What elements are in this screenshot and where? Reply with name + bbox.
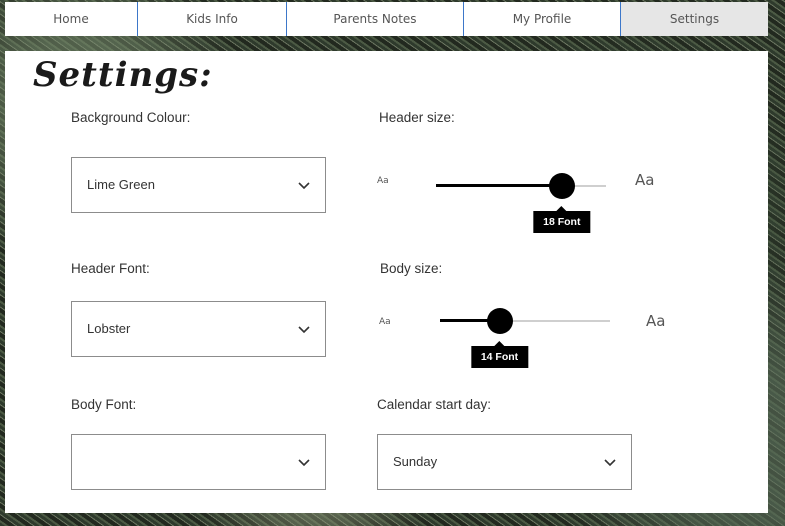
header-font-value: Lobster [87, 321, 131, 336]
header-size-tooltip: 18 Font [533, 206, 591, 233]
settings-panel: Settings: Background Colour: Lime Green … [5, 51, 768, 513]
nav-kids-info[interactable]: Kids Info [138, 2, 287, 36]
body-size-label: Body size: [380, 261, 443, 276]
chevron-down-icon [604, 459, 616, 467]
calendar-start-day-value: Sunday [393, 454, 438, 469]
background-colour-label: Background Colour: [71, 110, 191, 125]
background-colour-select[interactable]: Lime Green [71, 157, 326, 213]
background-colour-value: Lime Green [87, 177, 155, 192]
header-size-fill [436, 184, 562, 187]
body-size-min-label: Aa [379, 317, 391, 327]
nav-my-profile[interactable]: My Profile [464, 2, 621, 36]
header-size-max-label: Aa [635, 171, 655, 189]
body-size-max-label: Aa [646, 312, 666, 330]
header-font-select[interactable]: Lobster [71, 301, 326, 357]
body-size-slider[interactable]: 14 Font [440, 308, 610, 368]
body-font-select[interactable] [71, 434, 326, 490]
calendar-start-day-label: Calendar start day: [377, 397, 492, 412]
header-font-label: Header Font: [71, 261, 150, 276]
header-size-min-label: Aa [377, 176, 389, 186]
nav-settings[interactable]: Settings [621, 2, 768, 36]
chevron-down-icon [298, 459, 310, 467]
header-size-thumb[interactable] [548, 173, 575, 199]
nav-parents-notes[interactable]: Parents Notes [287, 2, 464, 36]
body-size-tooltip: 14 Font [470, 341, 529, 368]
page-title: Settings: [33, 55, 213, 95]
chevron-down-icon [298, 326, 310, 334]
header-size-slider[interactable]: 18 Font [436, 173, 606, 233]
body-size-thumb[interactable] [486, 308, 513, 334]
header-size-label: Header size: [379, 110, 455, 125]
calendar-start-day-select[interactable]: Sunday [377, 434, 632, 490]
body-font-label: Body Font: [71, 397, 137, 412]
top-nav: Home Kids Info Parents Notes My Profile … [5, 2, 768, 36]
chevron-down-icon [298, 182, 310, 190]
nav-home[interactable]: Home [5, 2, 138, 36]
